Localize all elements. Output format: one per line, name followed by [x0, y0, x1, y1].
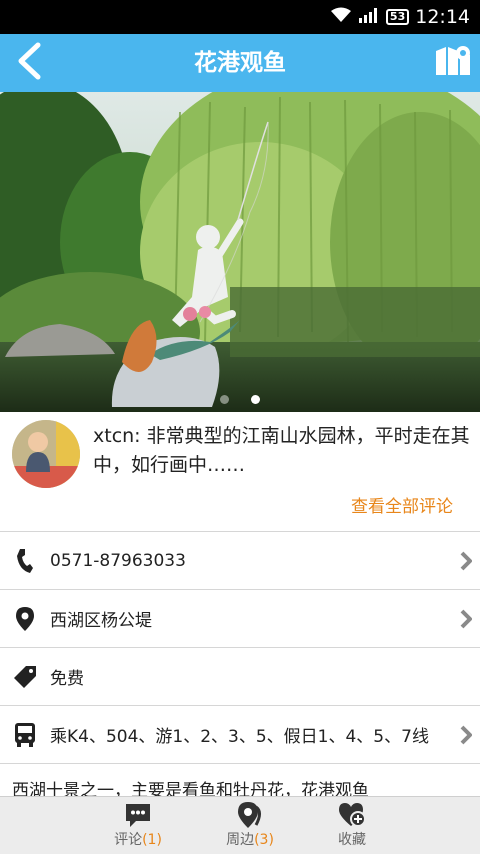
nearby-count: (3): [254, 832, 274, 848]
bus-row[interactable]: 乘K4、504、游1、2、3、5、假日1、4、5、7线: [0, 706, 480, 764]
phone-icon: [0, 548, 50, 574]
nearby-tab[interactable]: 周边(3): [210, 801, 290, 849]
comments-label: 评论: [114, 832, 143, 848]
photo-carousel[interactable]: [0, 92, 480, 412]
signal-icon: [358, 6, 380, 28]
comments-tab[interactable]: 评论(1): [98, 801, 178, 849]
price-row: 免费: [0, 648, 480, 706]
location-pin-icon: [0, 606, 50, 632]
address-row[interactable]: 西湖区杨公堤: [0, 590, 480, 648]
wifi-icon: [330, 6, 352, 28]
price-tag-icon: [0, 665, 50, 689]
comments-count: (1): [142, 832, 162, 848]
address-text: 西湖区杨公堤: [50, 611, 152, 631]
clock: 12:14: [415, 6, 470, 28]
bottom-nav: 评论(1) 周边(3) 收藏: [0, 796, 480, 854]
phone-row[interactable]: 0571-87963033: [0, 532, 480, 590]
carousel-dot[interactable]: [220, 395, 229, 404]
page-title: 花港观鱼: [194, 50, 286, 76]
chevron-left-icon: [16, 42, 42, 84]
view-all-reviews-link[interactable]: 查看全部评论: [351, 492, 453, 517]
scenic-photo: [0, 92, 480, 412]
nearby-location-icon: [210, 801, 290, 829]
bus-icon: [0, 722, 50, 748]
favorite-label: 收藏: [338, 832, 366, 848]
chevron-right-icon: [452, 551, 480, 571]
chevron-right-icon: [452, 609, 480, 629]
heart-add-icon: [312, 801, 392, 829]
comment-icon: [98, 801, 178, 829]
battery-icon: 53: [385, 9, 410, 25]
carousel-dot-active[interactable]: [251, 395, 260, 404]
status-bar: 53 12:14: [0, 0, 480, 34]
favorite-tab[interactable]: 收藏: [312, 801, 392, 849]
review-section: xtcn: 非常典型的江南山水园林，平时走在其中，如行画中…… 查看全部评论: [0, 412, 480, 532]
nearby-label: 周边: [226, 832, 255, 848]
avatar[interactable]: [12, 420, 80, 488]
review-text: xtcn: 非常典型的江南山水园林，平时走在其中，如行画中……: [93, 425, 470, 476]
carousel-indicator: [0, 395, 480, 404]
title-bar: 花港观鱼: [0, 34, 480, 92]
map-button[interactable]: [432, 42, 474, 84]
price-text: 免费: [50, 669, 84, 689]
map-icon: [435, 45, 471, 81]
phone-number: 0571-87963033: [50, 550, 186, 571]
back-button[interactable]: [6, 40, 52, 86]
bus-routes: 乘K4、504、游1、2、3、5、假日1、4、5、7线: [50, 727, 429, 747]
chevron-right-icon: [452, 725, 480, 745]
